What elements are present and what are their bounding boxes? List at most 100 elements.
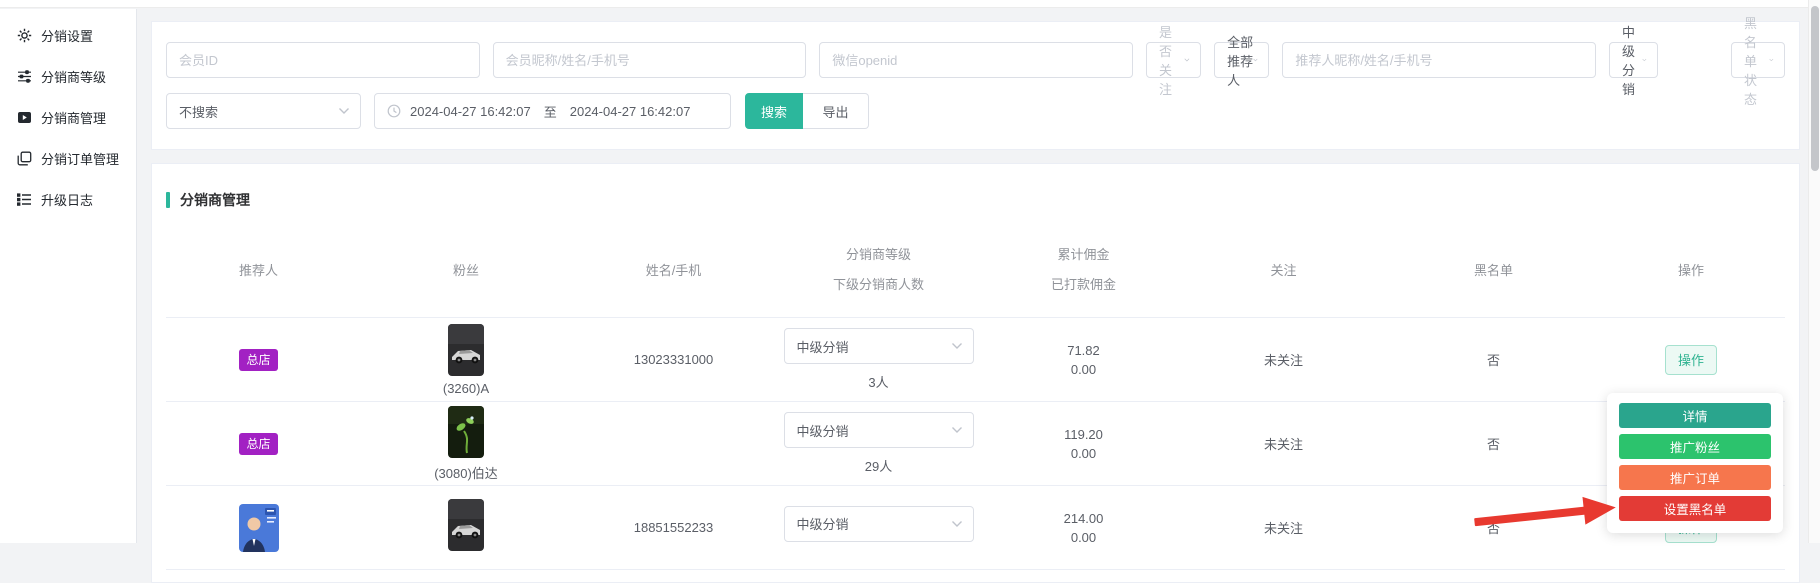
- action-cell: 操作: [1596, 345, 1786, 375]
- follow-status-select[interactable]: 是否关注: [1146, 42, 1201, 78]
- referrer-cell: 总店: [166, 433, 351, 455]
- commission-paid: 0.00: [991, 360, 1176, 379]
- vertical-scrollbar[interactable]: [1808, 0, 1820, 543]
- search-button-group: 搜索 导出: [745, 93, 869, 129]
- chevron-down-icon: [951, 342, 963, 350]
- referrer-badge: 总店: [239, 433, 277, 455]
- page-title: 分销商管理: [180, 190, 250, 210]
- column-header-blacklist: 黑名单: [1391, 260, 1596, 279]
- sidebar: 分销设置 分销商等级 分销商管理 分销订单管理 升级日志: [0, 9, 137, 543]
- column-header-commission: 累计佣金 已打款佣金: [991, 240, 1176, 300]
- follow-cell: 未关注: [1176, 518, 1391, 537]
- filter-panel: 是否关注 全部推荐人 中级分销 黑名单状态 不搜索: [151, 21, 1800, 150]
- blacklist-status-select[interactable]: 黑名单状态: [1731, 42, 1785, 78]
- blacklist-cell: 否: [1391, 434, 1596, 453]
- row-level-select[interactable]: 中级分销: [784, 328, 974, 364]
- search-mode-select[interactable]: 不搜索: [166, 93, 361, 129]
- sidebar-item-label: 升级日志: [41, 190, 93, 209]
- date-end-value: 2024-04-27 16:42:07: [570, 104, 691, 119]
- search-button[interactable]: 搜索: [745, 93, 803, 129]
- fan-photo-plant: [448, 406, 484, 458]
- clock-icon: [387, 104, 401, 118]
- sidebar-item-distributor-management[interactable]: 分销商管理: [0, 97, 136, 138]
- fan-name: (3080)伯达: [434, 463, 498, 482]
- chevron-down-icon: [951, 520, 963, 528]
- menu-item-promo-orders[interactable]: 推广订单: [1619, 465, 1771, 490]
- chevron-down-icon: [1253, 56, 1258, 64]
- commission-cell: 214.00 0.00: [991, 509, 1176, 547]
- referrer-cell: [166, 504, 351, 552]
- sidebar-item-distribution-settings[interactable]: 分销设置: [0, 15, 136, 56]
- sidebar-item-label: 分销商管理: [41, 108, 106, 127]
- list-icon: [17, 192, 32, 207]
- commission-cell: 71.82 0.00: [991, 341, 1176, 379]
- menu-item-set-blacklist[interactable]: 设置黑名单: [1619, 496, 1771, 521]
- sliders-icon: [17, 69, 32, 84]
- commission-paid: 0.00: [991, 528, 1176, 547]
- scrollbar-thumb[interactable]: [1811, 6, 1819, 171]
- blacklist-cell: 否: [1391, 350, 1596, 369]
- row-level-select[interactable]: 中级分销: [784, 506, 974, 542]
- red-annotation-arrow: [1468, 489, 1638, 537]
- follow-cell: 未关注: [1176, 350, 1391, 369]
- member-id-input[interactable]: [166, 42, 480, 78]
- copy-icon: [17, 151, 32, 166]
- sub-distributor-count: 3人: [766, 372, 991, 391]
- row-level-select[interactable]: 中级分销: [784, 412, 974, 448]
- sidebar-item-label: 分销商等级: [41, 67, 106, 86]
- search-mode-select-value: 不搜索: [179, 102, 218, 121]
- chevron-down-icon: [1769, 56, 1774, 64]
- commission-cell: 119.20 0.00: [991, 425, 1176, 463]
- level-filter-select[interactable]: 中级分销: [1609, 42, 1658, 78]
- chevron-down-icon: [338, 107, 350, 115]
- referrer-search-input[interactable]: [1282, 42, 1596, 78]
- fan-cell: (3080)伯达: [351, 406, 581, 482]
- date-start-value: 2024-04-27 16:42:07: [410, 104, 531, 119]
- commission-total: 214.00: [991, 509, 1176, 528]
- referrer-select[interactable]: 全部推荐人: [1214, 42, 1269, 78]
- referrer-select-value: 全部推荐人: [1227, 32, 1253, 89]
- blacklist-status-select-value: 黑名单状态: [1744, 13, 1769, 108]
- date-range-separator: 至: [544, 102, 557, 121]
- row-action-button[interactable]: 操作: [1665, 345, 1717, 375]
- chevron-down-icon: [1642, 56, 1647, 64]
- export-button[interactable]: 导出: [803, 93, 869, 129]
- sidebar-item-upgrade-log[interactable]: 升级日志: [0, 179, 136, 220]
- level-filter-select-value: 中级分销: [1622, 22, 1642, 98]
- title-accent-bar: [166, 192, 170, 208]
- referrer-cell: 总店: [166, 349, 351, 371]
- main-content: 是否关注 全部推荐人 中级分销 黑名单状态 不搜索: [138, 8, 1820, 543]
- fan-photo-car: [448, 499, 484, 551]
- fan-name: (3260)A: [443, 381, 489, 396]
- table-header: 推荐人 粉丝 姓名/手机 分销商等级 下级分销商人数 累计佣金 已打款佣金 关注…: [166, 222, 1785, 318]
- sidebar-item-label: 分销订单管理: [41, 149, 119, 168]
- column-header-referrer: 推荐人: [166, 260, 351, 279]
- top-strip: [0, 0, 1820, 8]
- column-header-name-phone: 姓名/手机: [581, 260, 766, 279]
- sub-distributor-count: 29人: [766, 456, 991, 475]
- menu-item-detail[interactable]: 详情: [1619, 403, 1771, 428]
- date-range-picker[interactable]: 2024-04-27 16:42:07 至 2024-04-27 16:42:0…: [374, 93, 731, 129]
- commission-total: 119.20: [991, 425, 1176, 444]
- follow-cell: 未关注: [1176, 434, 1391, 453]
- filter-row-2: 不搜索 2024-04-27 16:42:07 至 2024-04-27 16:…: [166, 93, 1785, 129]
- menu-item-promo-fans[interactable]: 推广粉丝: [1619, 434, 1771, 459]
- fan-cell: (3260)A: [351, 324, 581, 396]
- wechat-openid-input[interactable]: [819, 42, 1133, 78]
- filter-row-1: 是否关注 全部推荐人 中级分销 黑名单状态: [166, 42, 1785, 78]
- table-row: 总店 (3260)A 13023331000 中级分销: [166, 318, 1785, 402]
- level-cell: 中级分销 29人: [766, 412, 991, 475]
- column-header-action: 操作: [1596, 260, 1786, 279]
- fan-cell: [351, 499, 581, 556]
- gear-icon: [17, 28, 32, 43]
- referrer-badge: 总店: [239, 349, 277, 371]
- sidebar-item-distributor-levels[interactable]: 分销商等级: [0, 56, 136, 97]
- fan-photo-car: [448, 324, 484, 376]
- chevron-down-icon: [951, 426, 963, 434]
- referrer-avatar: [239, 504, 279, 552]
- level-cell: 中级分销 3人: [766, 328, 991, 391]
- sidebar-item-distribution-orders[interactable]: 分销订单管理: [0, 138, 136, 179]
- member-nickname-input[interactable]: [493, 42, 807, 78]
- chevron-down-icon: [1184, 56, 1190, 64]
- panel-title: 分销商管理: [166, 190, 1785, 210]
